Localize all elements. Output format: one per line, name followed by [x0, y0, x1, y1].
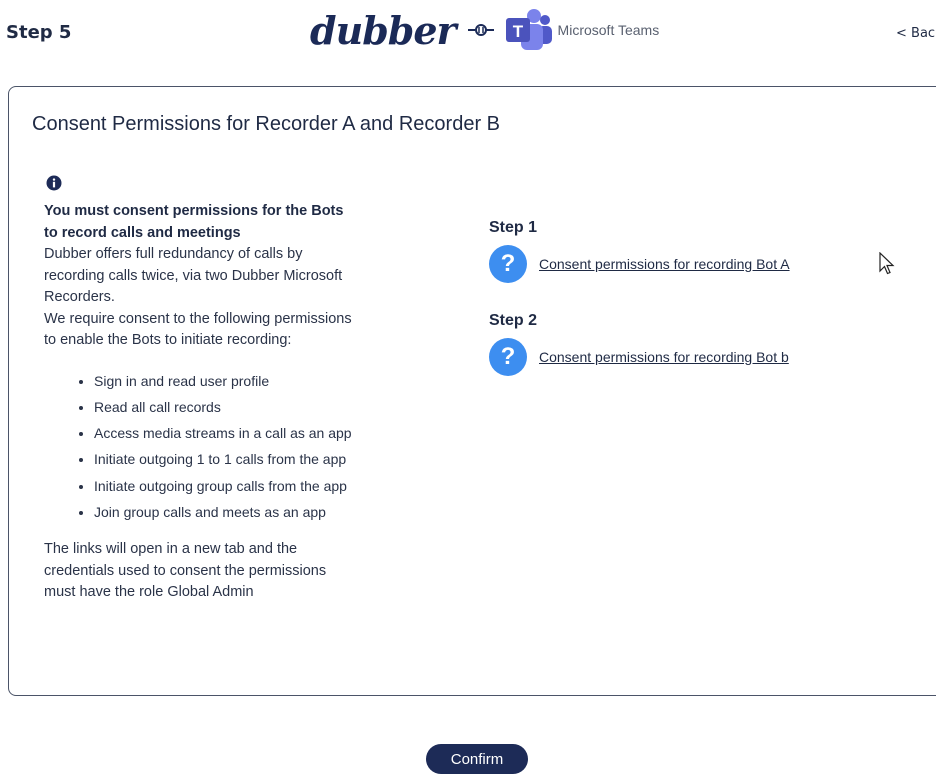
list-item: Access media streams in a call as an app	[94, 420, 359, 446]
consent-bot-b-link[interactable]: Consent permissions for recording Bot b	[539, 349, 789, 365]
microsoft-teams-label: Microsoft Teams	[557, 22, 660, 38]
back-link[interactable]: < Back	[896, 26, 936, 41]
brand-logos: dubber T Microsoft Teams	[310, 2, 659, 58]
list-item: Sign in and read user profile	[94, 368, 359, 394]
connector-icon	[467, 23, 494, 37]
info-icon	[46, 175, 62, 195]
card-title: Consent Permissions for Recorder A and R…	[32, 113, 500, 135]
help-icon: ?	[489, 245, 527, 283]
info-heading: You must consent permissions for the Bot…	[44, 203, 344, 241]
permissions-list: Sign in and read user profile Read all c…	[44, 368, 359, 526]
footer-note: The links will open in a new tab and the…	[44, 541, 327, 601]
intro-text-1: Dubber offers full redundancy of calls b…	[44, 246, 343, 305]
step-2-title: Step 2	[489, 312, 538, 329]
step-1-title: Step 1	[489, 219, 538, 236]
svg-text:T: T	[512, 22, 523, 41]
step-1-block: Step 1 ? Consent permissions for recordi…	[489, 219, 790, 283]
list-item: Read all call records	[94, 394, 359, 420]
step-2-block: Step 2 ? Consent permissions for recordi…	[489, 312, 789, 376]
list-item: Join group calls and meets as an app	[94, 499, 359, 525]
instructions: You must consent permissions for the Bot…	[44, 201, 359, 604]
confirm-button[interactable]: Confirm	[426, 744, 528, 774]
list-item: Initiate outgoing group calls from the a…	[94, 473, 359, 499]
microsoft-teams-icon: T	[504, 8, 552, 52]
header: Step 5 dubber T Microsoft Teams < Back	[0, 0, 936, 70]
mouse-cursor-icon	[879, 251, 895, 280]
list-item: Initiate outgoing 1 to 1 calls from the …	[94, 446, 359, 472]
step-indicator: Step 5	[6, 22, 72, 43]
dubber-logo: dubber	[310, 7, 457, 53]
consent-bot-a-link[interactable]: Consent permissions for recording Bot A	[539, 256, 790, 272]
intro-text-2: We require consent to the following perm…	[44, 310, 352, 349]
consent-card: Consent Permissions for Recorder A and R…	[8, 86, 936, 696]
help-icon: ?	[489, 338, 527, 376]
